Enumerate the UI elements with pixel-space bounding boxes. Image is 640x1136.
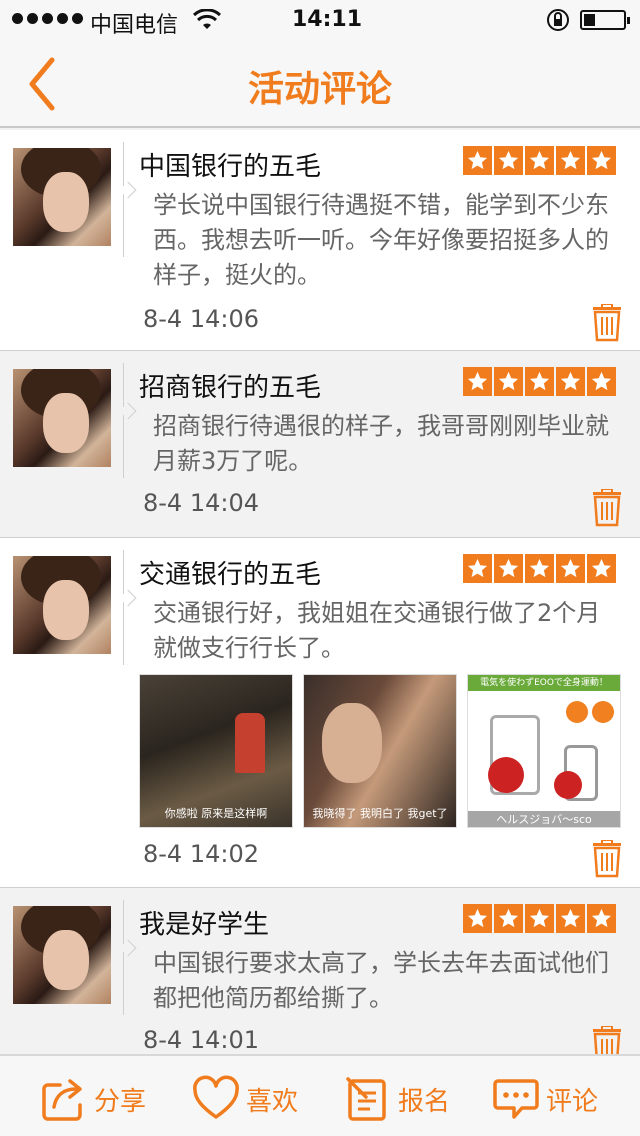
comment-photo[interactable]: 我晓得了 我明白了 我get了 [303,674,457,828]
comment-label: 评论 [546,1086,599,1117]
trash-icon [593,488,621,527]
trash-icon [593,839,621,878]
commenter-name: 招商银行的五毛 [139,373,322,403]
star-rating [463,904,616,933]
trash-icon [593,303,621,342]
user-avatar[interactable] [13,369,111,467]
trash-icon [593,1025,621,1054]
comment-item: 交通银行的五毛 交通银行好，我姐姐在交通银行做了2个月就做支行行长了。 你感啦 … [0,538,640,888]
star-icon [494,146,523,175]
comment-text: 中国银行要求太高了，学长去年去面试他们都把他简历都给撕了。 [153,949,609,1012]
star-icon [587,554,616,583]
wifi-icon [192,8,222,37]
orientation-lock-icon [546,8,570,38]
signal-strength-icon [12,13,83,24]
star-icon [494,367,523,396]
comment-time: 8-4 14:06 [143,305,259,333]
delete-button[interactable] [592,488,622,527]
comment-item: 中国银行的五毛 学长说中国银行待遇挺不错，能学到不少东西。我想去听一听。今年好像… [0,130,640,351]
comment-photo[interactable]: 電気を使わずEOOで全身運動！ ヘルスジョバ〜sco [467,674,621,828]
comment-list[interactable]: 中国银行的五毛 学长说中国银行待遇挺不错，能学到不少东西。我想去听一听。今年好像… [0,130,640,1054]
navigation-bar: 活动评论 [0,40,640,128]
comment-time: 8-4 14:02 [143,840,259,868]
star-icon [463,554,492,583]
star-icon [556,904,585,933]
comment-text: 交通银行好，我姐姐在交通银行做了2个月就做支行行长了。 [153,599,601,662]
photo-caption: ヘルスジョバ〜sco [468,811,620,827]
divider [119,900,137,1015]
star-icon [494,904,523,933]
signup-button[interactable]: 报名 [344,1074,450,1124]
star-icon [463,904,492,933]
divider [119,550,137,665]
commenter-name: 交通银行的五毛 [139,560,322,590]
star-icon [525,146,554,175]
star-icon [587,146,616,175]
user-avatar[interactable] [13,906,111,1004]
star-icon [556,367,585,396]
comment-time: 8-4 14:04 [143,489,259,517]
star-icon [463,146,492,175]
heart-icon [193,1075,239,1119]
delete-button[interactable] [592,1025,622,1054]
page-title: 活动评论 [247,69,392,110]
comment-text: 招商银行待遇很的样子，我哥哥刚刚毕业就月薪3万了呢。 [153,412,609,475]
user-avatar[interactable] [13,148,111,246]
star-rating [463,146,616,175]
photo-caption: 你感啦 原来是这样啊 [164,807,268,820]
star-icon [556,554,585,583]
commenter-name: 中国银行的五毛 [139,152,322,182]
star-icon [525,554,554,583]
star-icon [587,367,616,396]
share-icon [42,1079,82,1121]
photo-caption: 我晓得了 我明白了 我get了 [312,807,448,820]
delete-button[interactable] [592,303,622,342]
star-rating [463,367,616,396]
star-icon [494,554,523,583]
comment-bubble-icon [493,1079,539,1119]
like-label: 喜欢 [246,1086,299,1117]
divider [119,363,137,478]
divider [119,142,137,257]
photo-banner: 電気を使わずEOOで全身運動！ [468,675,620,691]
star-rating [463,554,616,583]
photo-gallery: 你感啦 原来是这样啊 我晓得了 我明白了 我get了 電気を使わずEOOで全身運… [139,674,621,828]
comment-time: 8-4 14:01 [143,1026,259,1054]
status-bar: 中国电信 14:11 [0,0,640,40]
comment-text: 学长说中国银行待遇挺不错，能学到不少东西。我想去听一听。今年好像要招挺多人的样子… [153,191,609,289]
share-button[interactable]: 分享 [40,1074,146,1124]
star-icon [556,146,585,175]
delete-button[interactable] [592,839,622,878]
share-label: 分享 [94,1086,147,1117]
star-icon [525,904,554,933]
star-icon [463,367,492,396]
comment-item: 我是好学生 中国银行要求太高了，学长去年去面试他们都把他简历都给撕了。 8-4 … [0,888,640,1054]
signup-form-icon [346,1077,386,1121]
carrier-name: 中国电信 [90,13,179,38]
comment-item: 招商银行的五毛 招商银行待遇很的样子，我哥哥刚刚毕业就月薪3万了呢。 8-4 1… [0,351,640,538]
comment-photo[interactable]: 你感啦 原来是这样啊 [139,674,293,828]
comment-button[interactable]: 评论 [492,1074,598,1124]
battery-icon [580,10,630,30]
commenter-name: 我是好学生 [139,910,270,940]
like-button[interactable]: 喜欢 [192,1074,298,1124]
star-icon [587,904,616,933]
star-icon [525,367,554,396]
clock: 14:11 [292,7,363,32]
bottom-action-bar: 分享 喜欢 报名 评论 [0,1054,640,1136]
signup-label: 报名 [398,1086,451,1117]
user-avatar[interactable] [13,556,111,654]
